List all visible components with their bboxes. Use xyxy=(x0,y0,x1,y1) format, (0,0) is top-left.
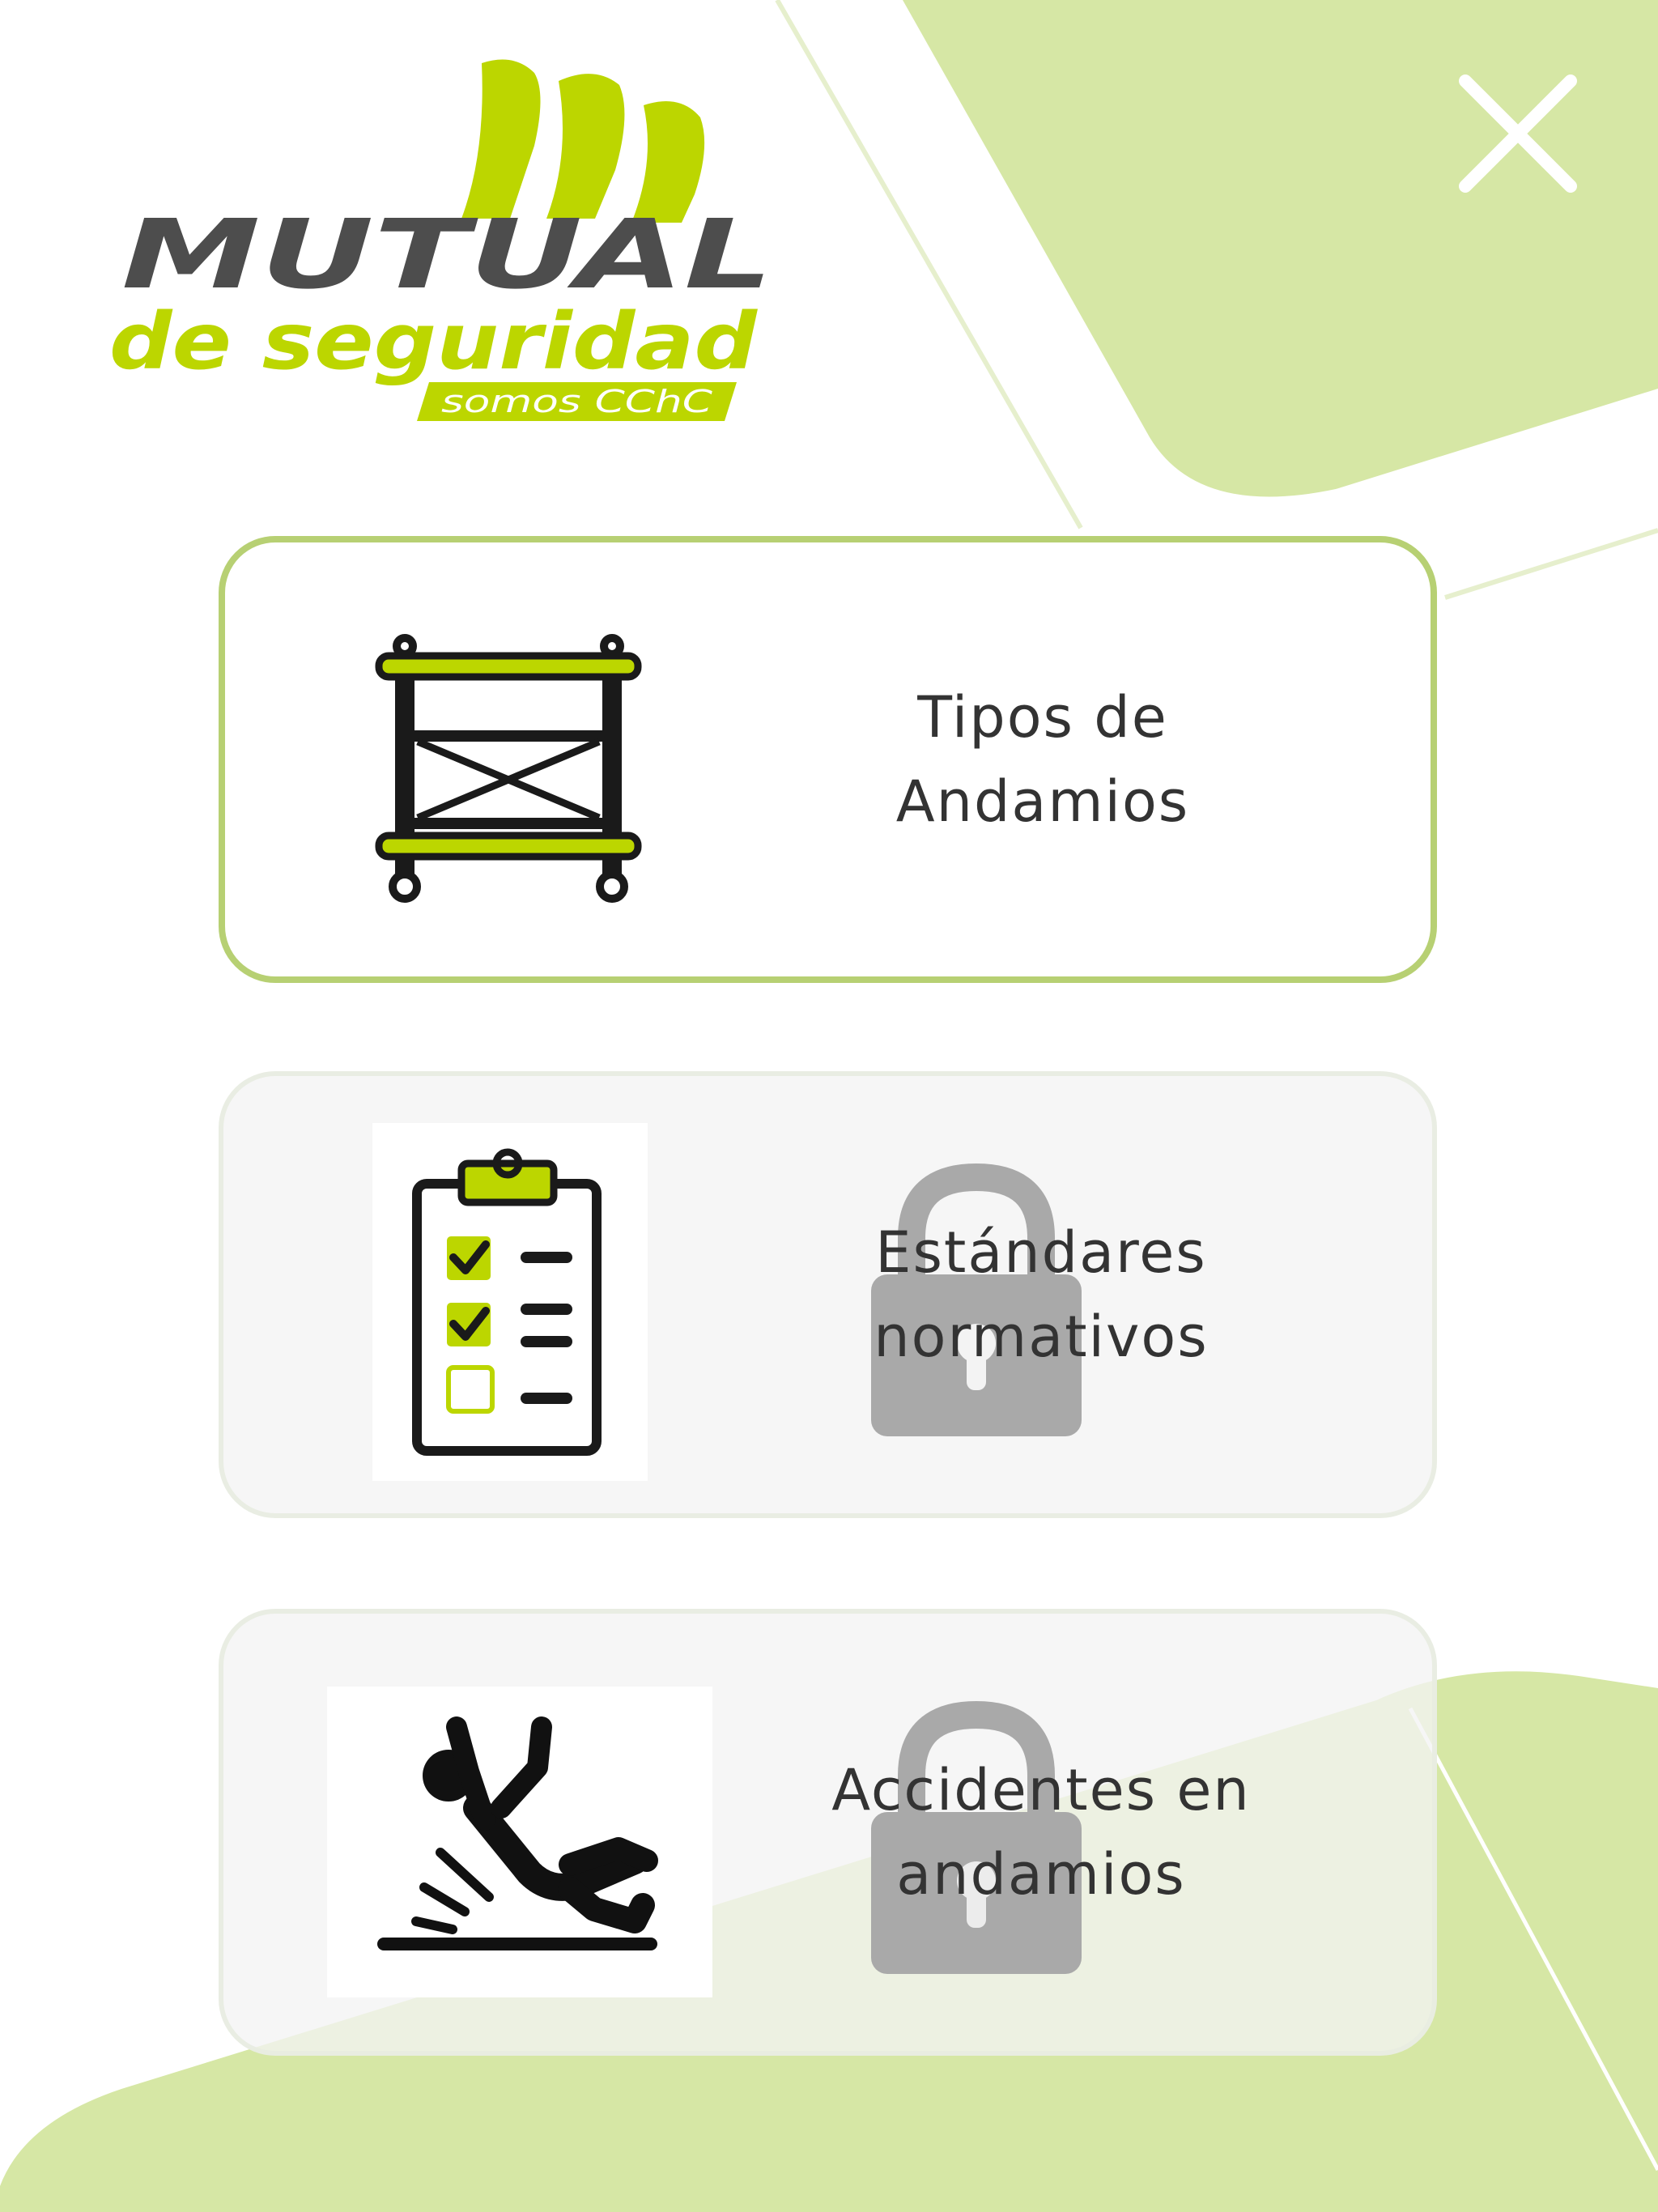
logo-subtitle-text: de seguridad xyxy=(109,296,758,387)
logo-tagline-text: somos CChC xyxy=(441,384,713,419)
mutual-logo: MUTUAL de seguridad somos CChC xyxy=(109,59,773,421)
menu-card-label: Tipos de Andamios xyxy=(895,684,1190,835)
close-icon xyxy=(1459,74,1577,193)
fall-icon-box xyxy=(327,1687,712,1997)
menu-card-tipos-andamios[interactable]: Tipos de Andamios xyxy=(219,536,1437,983)
falling-person-icon xyxy=(377,1716,658,1950)
checklist-icon-box xyxy=(372,1123,648,1481)
menu-card-accidentes-andamios[interactable]: Accidentes en andamios xyxy=(219,1609,1437,2056)
menu-card-label: Accidentes en andamios xyxy=(831,1757,1251,1908)
checklist-clipboard-icon xyxy=(412,1148,602,1456)
close-button[interactable] xyxy=(1449,65,1587,202)
menu-card-label: Estándares normativos xyxy=(874,1219,1209,1370)
menu-card-estandares-normativos[interactable]: Estándares normativos xyxy=(219,1071,1437,1518)
scaffold-icon xyxy=(375,634,642,903)
logo-brand-text: MUTUAL xyxy=(121,198,773,310)
